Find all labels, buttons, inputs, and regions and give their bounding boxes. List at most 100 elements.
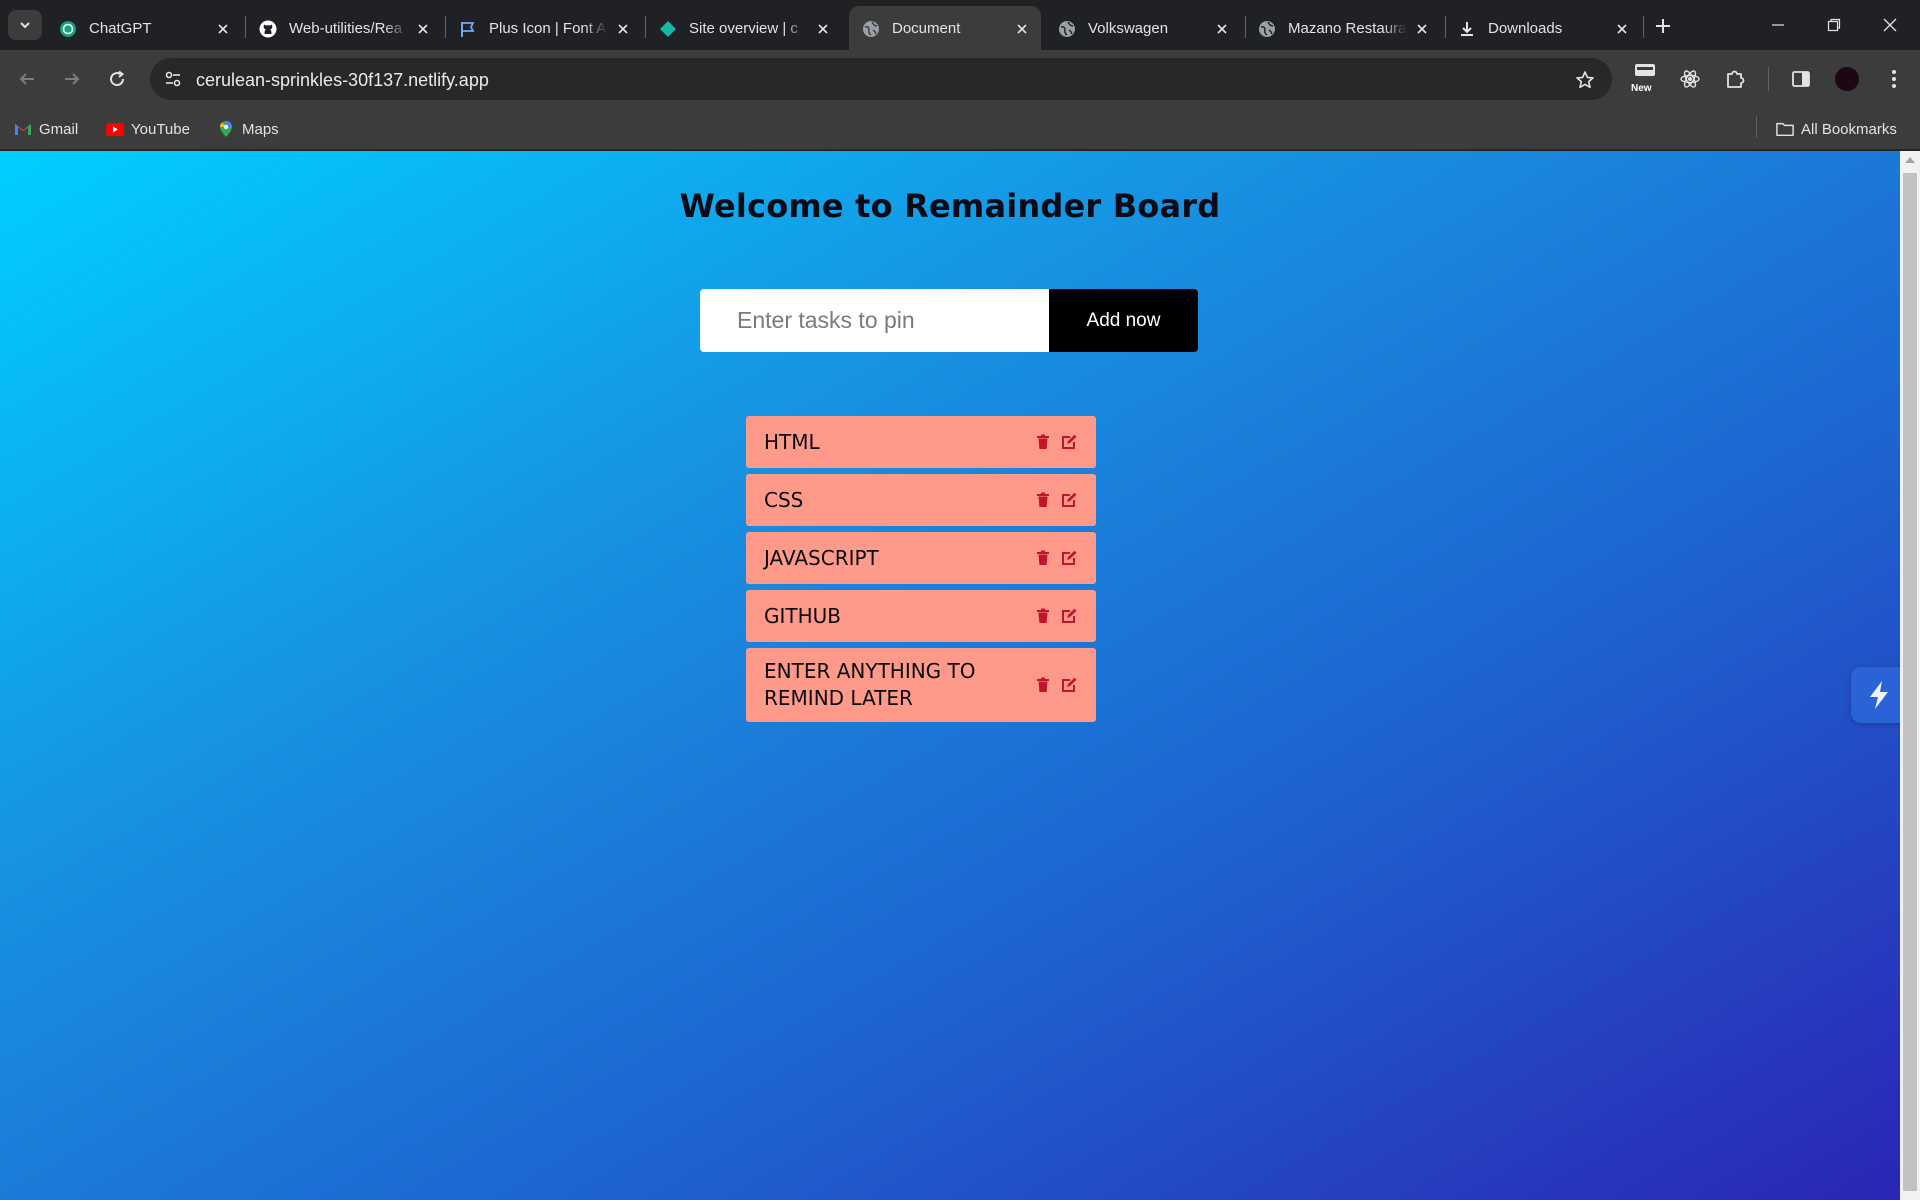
globe-icon	[1058, 20, 1076, 38]
task-list: HTML CSS JAVASCRIPT GITHUB ENTER ANYTHIN…	[746, 416, 1096, 728]
side-panel-button[interactable]	[1783, 61, 1819, 97]
react-icon	[1680, 70, 1700, 88]
task-actions	[1034, 492, 1078, 509]
minimize-button[interactable]	[1750, 0, 1806, 50]
task-input[interactable]	[700, 289, 1049, 352]
tab-title: ChatGPT	[89, 20, 152, 37]
close-icon[interactable]	[1212, 19, 1232, 39]
add-now-button[interactable]: Add now	[1049, 289, 1198, 352]
edit-icon[interactable]	[1061, 608, 1078, 625]
window-icon	[1635, 64, 1655, 76]
tab-volkswagen[interactable]: Volkswagen	[1045, 6, 1241, 50]
download-icon	[1458, 20, 1476, 38]
forward-button[interactable]	[55, 62, 89, 96]
task-text: CSS	[764, 487, 804, 512]
close-icon[interactable]	[813, 19, 833, 39]
bookmark-gmail[interactable]: Gmail	[14, 118, 78, 140]
tab-search-button[interactable]	[8, 10, 42, 40]
trash-icon[interactable]	[1034, 492, 1051, 509]
lightning-icon	[1870, 681, 1888, 709]
page-title: Welcome to Remainder Board	[679, 187, 1221, 225]
close-icon	[1883, 18, 1897, 32]
react-devtools-button[interactable]	[1672, 61, 1708, 97]
reload-button[interactable]	[100, 62, 134, 96]
star-icon[interactable]	[1574, 69, 1596, 91]
task-actions	[1034, 434, 1078, 451]
back-button[interactable]	[10, 62, 44, 96]
trash-icon[interactable]	[1034, 550, 1051, 567]
close-window-button[interactable]	[1862, 0, 1918, 50]
url-text[interactable]: cerulean-sprinkles-30f137.netlify.app	[196, 70, 489, 90]
floating-extension-widget[interactable]	[1851, 667, 1907, 723]
scroll-up-arrow[interactable]	[1905, 157, 1915, 163]
bookmark-maps[interactable]: Maps	[217, 118, 279, 140]
site-info-icon[interactable]	[160, 66, 186, 92]
page-scrollbar[interactable]	[1900, 151, 1920, 1200]
task-item: ENTER ANYTHING TO REMIND LATER	[746, 648, 1096, 722]
tab-strip: ChatGPT Web-utilities/Rea Plus Icon | Fo…	[0, 0, 1920, 50]
bookmark-label: YouTube	[131, 120, 190, 138]
bookmark-label: Maps	[242, 120, 279, 138]
menu-button[interactable]	[1876, 61, 1912, 97]
tab-title: Site overview | c	[689, 20, 798, 37]
close-icon[interactable]	[213, 19, 233, 39]
task-actions	[1034, 608, 1078, 625]
close-icon[interactable]	[1012, 19, 1032, 39]
gmail-icon	[14, 120, 32, 138]
trash-icon[interactable]	[1034, 608, 1051, 625]
restore-button[interactable]	[1806, 0, 1862, 50]
side-panel-icon	[1792, 71, 1810, 87]
edit-icon[interactable]	[1061, 434, 1078, 451]
close-icon[interactable]	[1612, 19, 1632, 39]
browser-toolbar: cerulean-sprinkles-30f137.netlify.app Ne…	[0, 50, 1920, 108]
tab-netlify[interactable]: Site overview | c	[646, 6, 842, 50]
tab-mazano[interactable]: Mazano Restaura	[1245, 6, 1441, 50]
tab-chatgpt[interactable]: ChatGPT	[46, 6, 242, 50]
all-bookmarks-label: All Bookmarks	[1801, 120, 1897, 138]
scrollbar-thumb[interactable]	[1903, 173, 1917, 1191]
globe-icon	[1258, 20, 1276, 38]
address-bar[interactable]: cerulean-sprinkles-30f137.netlify.app	[150, 58, 1612, 100]
plus-icon	[1656, 19, 1670, 33]
task-form: Add now	[700, 289, 1198, 352]
chevron-down-icon	[20, 22, 30, 29]
reload-icon	[110, 70, 125, 87]
folder-icon	[1776, 120, 1794, 138]
task-text: ENTER ANYTHING TO REMIND LATER	[764, 659, 976, 710]
toolbar-divider	[1768, 67, 1769, 91]
trash-icon[interactable]	[1034, 677, 1051, 694]
kebab-menu-icon	[1892, 70, 1896, 88]
bookmarks-divider	[1756, 116, 1757, 138]
task-item: GITHUB	[746, 590, 1096, 642]
tab-font-awesome[interactable]: Plus Icon | Font A	[446, 6, 642, 50]
bookmark-label: Gmail	[39, 120, 79, 138]
tab-title: Web-utilities/Rea	[289, 20, 403, 37]
profile-button[interactable]	[1829, 61, 1865, 97]
all-bookmarks-button[interactable]: All Bookmarks	[1776, 118, 1897, 140]
trash-icon[interactable]	[1034, 434, 1051, 451]
task-text: JAVASCRIPT	[764, 545, 879, 570]
extension-new-button[interactable]: New	[1627, 61, 1663, 97]
close-icon[interactable]	[613, 19, 633, 39]
tab-divider	[1643, 16, 1644, 38]
close-icon[interactable]	[1412, 19, 1432, 39]
edit-icon[interactable]	[1061, 550, 1078, 567]
edit-icon[interactable]	[1061, 492, 1078, 509]
close-icon[interactable]	[413, 19, 433, 39]
chatgpt-icon	[59, 20, 77, 38]
new-badge: New	[1631, 83, 1652, 94]
new-tab-button[interactable]	[1649, 12, 1677, 40]
tab-github[interactable]: Web-utilities/Rea	[246, 6, 442, 50]
task-item: JAVASCRIPT	[746, 532, 1096, 584]
extensions-button[interactable]	[1717, 61, 1753, 97]
github-icon	[259, 20, 277, 38]
edit-icon[interactable]	[1061, 677, 1078, 694]
arrow-left-icon	[19, 73, 34, 85]
tab-title: Downloads	[1488, 20, 1563, 37]
task-item: CSS	[746, 474, 1096, 526]
tab-document[interactable]: Document	[849, 6, 1041, 50]
tab-downloads[interactable]: Downloads	[1445, 6, 1641, 50]
page-viewport: Welcome to Remainder Board Add now HTML …	[0, 151, 1920, 1200]
bookmark-youtube[interactable]: YouTube	[106, 118, 190, 140]
avatar	[1835, 67, 1859, 91]
